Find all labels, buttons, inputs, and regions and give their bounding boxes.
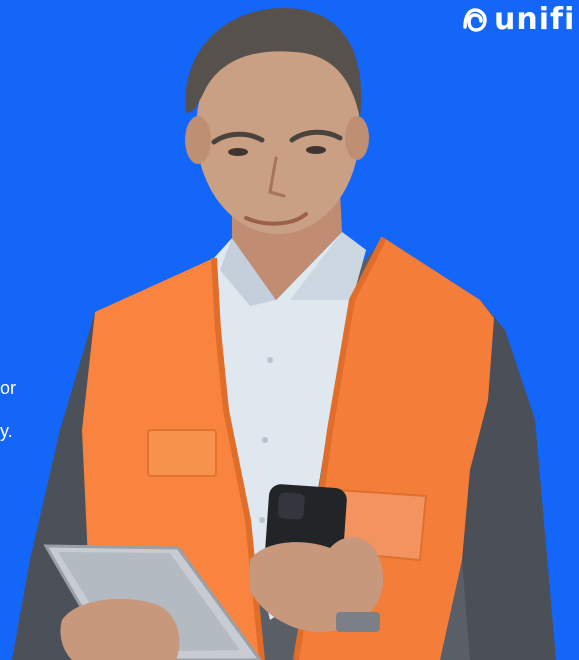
hero-copy-fragment: y. [0,421,13,441]
hero-section: or y. unifi [0,0,579,660]
brand-name: unifi [494,2,576,37]
hero-copy-fragment: or [0,378,17,398]
brand-logo[interactable]: unifi [460,3,575,37]
unifize-swirl-icon [463,8,487,32]
worker-photo [12,8,556,660]
